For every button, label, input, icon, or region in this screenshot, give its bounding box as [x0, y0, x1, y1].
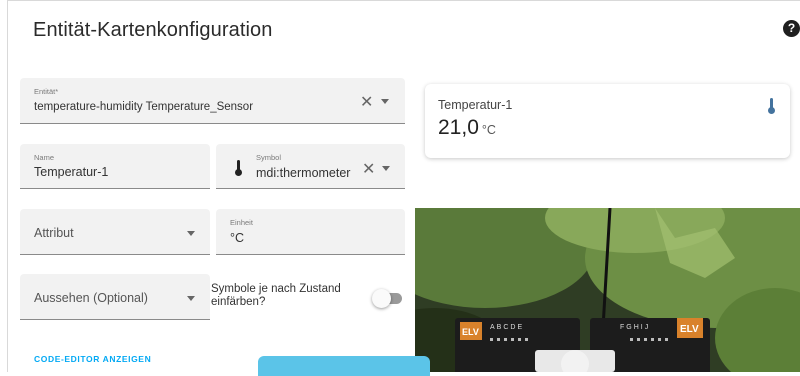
- name-field[interactable]: Name Temperatur-1: [20, 144, 210, 189]
- unit-label: Einheit: [230, 218, 253, 227]
- menu-down-icon[interactable]: [381, 99, 389, 104]
- attribute-placeholder: Attribut: [34, 226, 74, 240]
- name-value: Temperatur-1: [34, 165, 109, 179]
- unit-value: °C: [230, 231, 245, 245]
- thermometer-icon: [235, 160, 242, 176]
- close-icon[interactable]: ✕: [362, 159, 375, 179]
- appearance-select[interactable]: Aussehen (Optional): [20, 274, 210, 320]
- state-color-label: Symbole je nach Zustand einfärben?: [211, 283, 361, 309]
- icon-label: Symbol: [256, 153, 282, 162]
- dialog-title: Entität-Kartenkonfiguration: [33, 19, 273, 41]
- entity-preview-card[interactable]: Temperatur-1 21,0 °C: [425, 84, 790, 158]
- menu-down-icon[interactable]: [187, 296, 195, 301]
- icon-field[interactable]: Symbol mdi:thermometer ✕: [216, 144, 405, 189]
- board-label-abcde: ABCDE: [490, 324, 524, 331]
- code-editor-link[interactable]: CODE-EDITOR ANZEIGEN: [34, 354, 151, 364]
- sensor-photo: ELV ABCDE FGHIJ ELV: [415, 208, 800, 372]
- name-label: Name: [34, 153, 55, 162]
- preview-name: Temperatur-1: [438, 98, 513, 112]
- state-color-label-line2: einfärben?: [211, 296, 266, 308]
- entity-field[interactable]: Entität* temperature-humidity Temperatur…: [20, 78, 405, 124]
- preview-value: 21,0: [438, 116, 479, 139]
- board-label-elv-left: ELV: [462, 327, 479, 337]
- icon-value: mdi:thermometer: [256, 166, 351, 180]
- thermometer-icon: [768, 98, 775, 114]
- unit-field[interactable]: Einheit °C: [216, 209, 405, 255]
- board-label-elv-right: ELV: [680, 324, 699, 335]
- menu-down-icon[interactable]: [382, 166, 390, 171]
- close-icon[interactable]: ✕: [360, 92, 373, 112]
- entity-value: temperature-humidity Temperature_Sensor: [34, 101, 254, 113]
- state-color-label-line1: Symbole je nach Zustand: [211, 283, 341, 295]
- help-icon[interactable]: ?: [783, 20, 800, 37]
- entity-label: Entität*: [34, 87, 59, 96]
- preview-unit: °C: [481, 123, 496, 137]
- preview-value-row: 21,0 °C: [438, 116, 496, 140]
- appearance-placeholder: Aussehen (Optional): [34, 291, 148, 305]
- menu-down-icon[interactable]: [187, 231, 195, 236]
- board-label-fghij: FGHIJ: [620, 324, 650, 331]
- state-color-toggle[interactable]: [372, 289, 391, 308]
- save-button[interactable]: [258, 356, 430, 376]
- attribute-select[interactable]: Attribut: [20, 209, 210, 255]
